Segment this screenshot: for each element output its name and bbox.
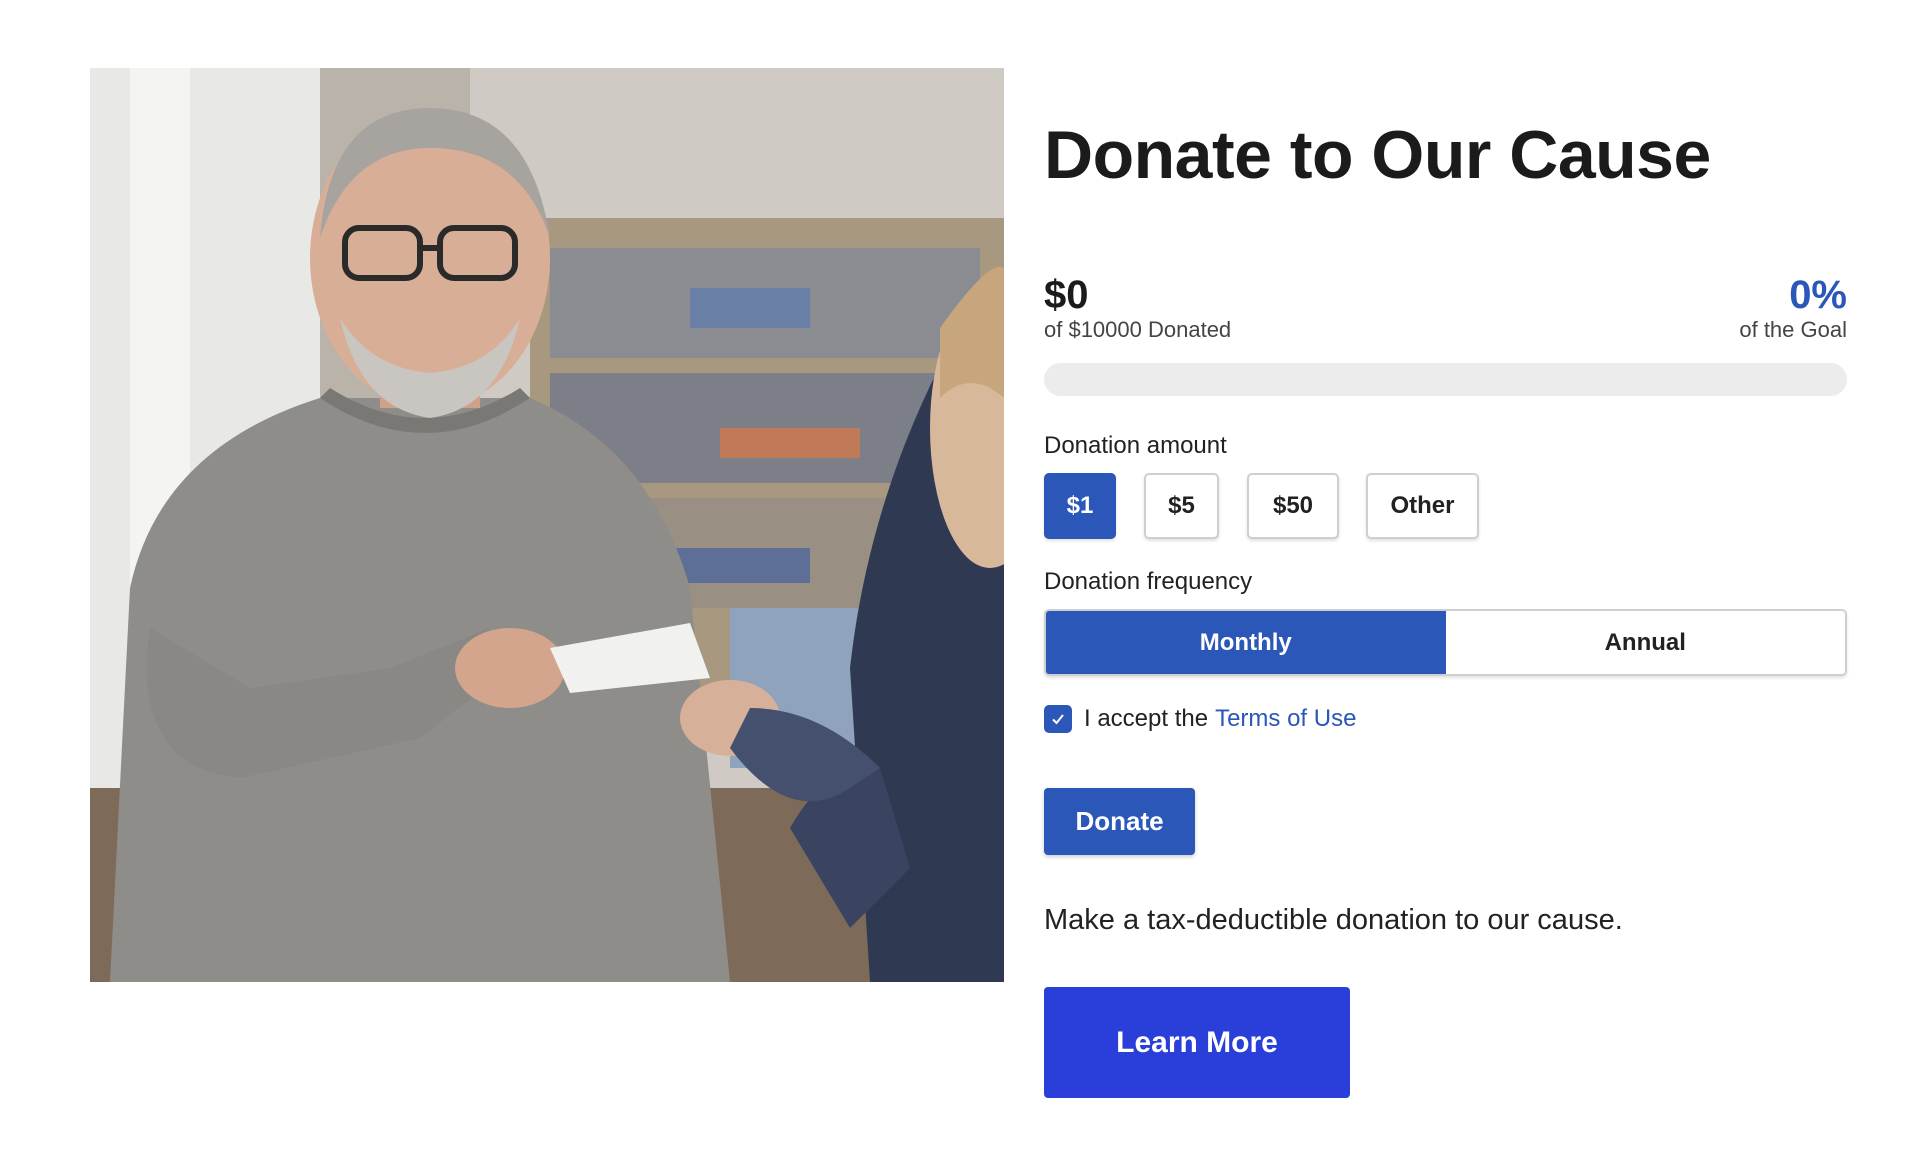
amount-raised: $0 xyxy=(1044,273,1089,317)
donation-stats: $0 of $10000 Donated 0% of the Goal xyxy=(1044,274,1847,344)
terms-row: I accept the Terms of Use xyxy=(1044,704,1356,734)
terms-checkbox[interactable] xyxy=(1044,705,1072,733)
goal-caption: of the Goal xyxy=(1739,317,1847,342)
donate-button[interactable]: Donate xyxy=(1044,788,1195,855)
donation-handover-photo xyxy=(90,68,1004,982)
hero-photo xyxy=(90,68,1004,982)
learn-more-button[interactable]: Learn More xyxy=(1044,987,1350,1098)
donation-frequency-toggle: Monthly Annual xyxy=(1044,609,1847,676)
page-title: Donate to Our Cause xyxy=(1044,117,1711,193)
donation-amount-label: Donation amount xyxy=(1044,432,1227,459)
goal-percent: 0% xyxy=(1789,273,1847,317)
donation-amount-options: $1 $5 $50 Other xyxy=(1044,473,1507,539)
amount-caption: of $10000 Donated xyxy=(1044,317,1232,342)
amount-stat: $0 of $10000 Donated xyxy=(1044,274,1231,344)
amount-option-50[interactable]: $50 xyxy=(1247,473,1339,539)
terms-of-use-link[interactable]: Terms of Use xyxy=(1215,705,1356,733)
goal-stat: 0% of the Goal xyxy=(1739,274,1847,344)
frequency-annual[interactable]: Annual xyxy=(1445,611,1845,674)
checkmark-icon xyxy=(1052,714,1064,725)
tagline: Make a tax-deductible donation to our ca… xyxy=(1044,904,1623,936)
amount-option-other[interactable]: Other xyxy=(1366,473,1479,539)
progress-bar xyxy=(1044,363,1847,396)
amount-option-5[interactable]: $5 xyxy=(1144,473,1219,539)
donation-frequency-label: Donation frequency xyxy=(1044,568,1253,595)
frequency-monthly[interactable]: Monthly xyxy=(1046,611,1446,674)
amount-option-1[interactable]: $1 xyxy=(1044,473,1116,539)
terms-text: I accept the xyxy=(1084,705,1209,732)
